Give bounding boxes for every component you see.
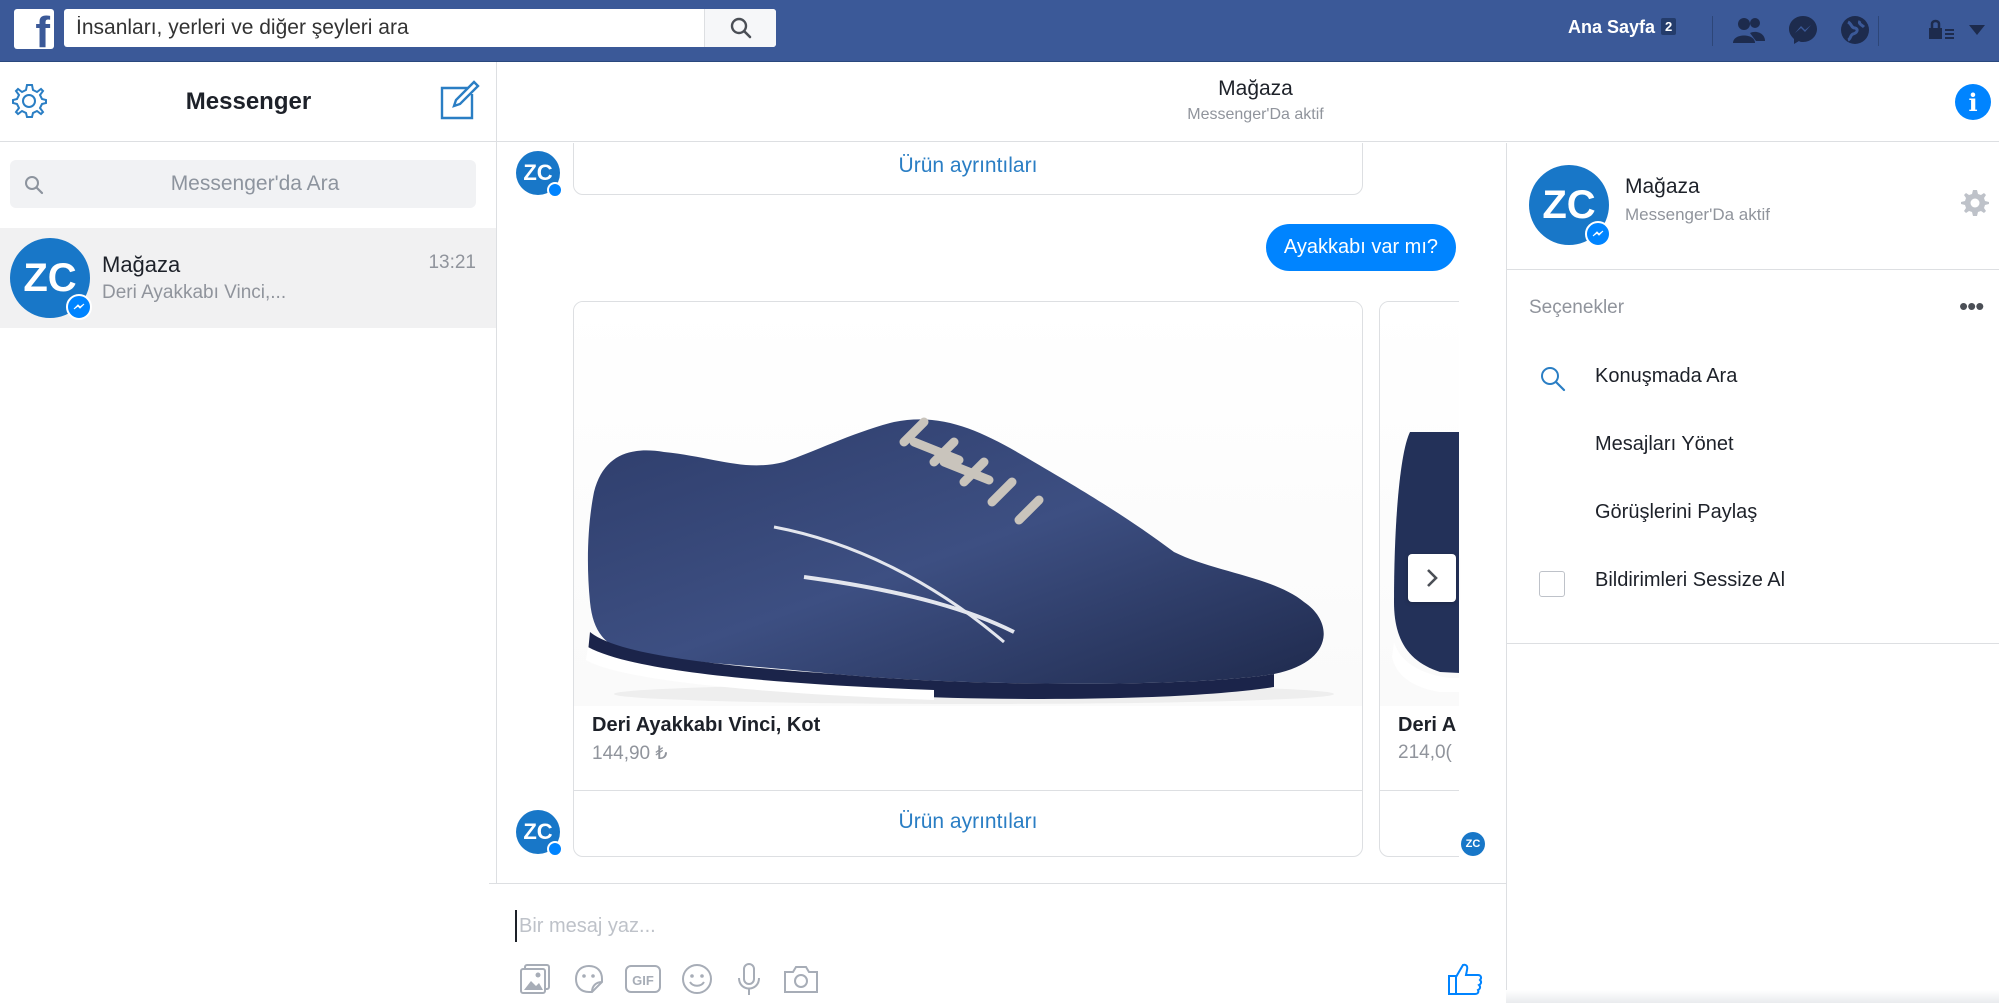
contact-name: Mağaza: [1625, 175, 1700, 198]
global-search: [64, 9, 776, 47]
contact-status: Messenger'Da aktif: [1625, 205, 1770, 224]
search-icon: [1541, 367, 1566, 392]
options-heading: Seçenekler: [1529, 297, 1625, 318]
divider: [1507, 269, 1999, 270]
mute-checkbox[interactable]: [1539, 571, 1565, 597]
product-price: 214,0(: [1398, 742, 1452, 763]
thread-time: 13:21: [428, 252, 476, 273]
carousel-next-button[interactable]: [1408, 554, 1456, 602]
search-icon: [730, 17, 751, 39]
product-details-button[interactable]: Ürün ayrıntıları: [574, 810, 1362, 834]
home-label: Ana Sayfa: [1568, 17, 1656, 37]
camera-icon[interactable]: [781, 959, 821, 999]
messenger-badge-icon: [547, 182, 563, 198]
chevron-right-icon: [1427, 569, 1438, 587]
sent-message-bubble: Ayakkabı var mı?: [1265, 224, 1456, 271]
mute-notifications-item[interactable]: Bildirimleri Sessize Al: [1529, 563, 1969, 603]
messenger-badge-icon: [66, 294, 92, 320]
conversation-details-panel: ZC Mağaza Messenger'Da aktif Seçenekler …: [1506, 143, 1999, 1003]
like-icon[interactable]: [1445, 959, 1485, 999]
search-icon: [25, 176, 44, 195]
carousel-clip: [1459, 293, 1506, 873]
messenger-badge-icon: [1585, 221, 1611, 247]
facebook-logo-letter: f: [35, 9, 50, 50]
conversation-list-panel: Messenger ZC Mağaza 13:21 Deri Ayakkabı …: [0, 62, 497, 1003]
gif-icon[interactable]: GIF: [623, 959, 663, 999]
divider: [574, 790, 1362, 791]
avatar: ZC: [516, 151, 563, 198]
carousel-clip: [557, 293, 573, 873]
conversation-title: Mağaza: [1218, 77, 1293, 100]
messenger-header: Messenger: [0, 62, 497, 142]
avatar-initials: ZC: [523, 160, 553, 185]
product-price: 144,90 ₺: [592, 743, 668, 764]
product-title: Deri A: [1398, 714, 1457, 736]
avatar-initials: ZC: [523, 819, 553, 844]
svg-text:GIF: GIF: [632, 973, 654, 988]
friends-icon[interactable]: [1732, 13, 1766, 47]
home-count-badge: 2: [1661, 18, 1677, 35]
top-divider: [1878, 16, 1879, 46]
message-composer: GIF: [489, 883, 1506, 1003]
bottom-edge: [1506, 990, 1999, 1003]
emoji-icon[interactable]: [677, 959, 717, 999]
menu-item-label: Mesajları Yönet: [1595, 433, 1734, 455]
manage-messages-item[interactable]: Mesajları Yönet: [1529, 427, 1969, 467]
conversation-header: Mağaza Messenger'Da aktif i: [497, 62, 1999, 142]
compose-new-message-icon[interactable]: [438, 80, 480, 122]
global-search-input[interactable]: [64, 9, 704, 47]
product-title: Deri Ayakkabı Vinci, Kot: [592, 714, 821, 736]
conversation-status: Messenger'Da aktif: [1187, 106, 1324, 123]
menu-item-label: Görüşlerini Paylaş: [1595, 501, 1758, 523]
message-thread: ZC Ürün ayrıntıları Ayakkabı var mı? Der…: [497, 143, 1506, 883]
avatar-initials: ZC: [1465, 838, 1481, 850]
share-feedback-item[interactable]: Görüşlerini Paylaş: [1529, 495, 1969, 535]
messenger-search-input[interactable]: [50, 160, 460, 208]
facebook-top-bar: f Ana Sayfa 2: [0, 0, 1999, 62]
sticker-icon[interactable]: [569, 959, 609, 999]
facebook-logo[interactable]: f: [14, 9, 54, 49]
messenger-icon[interactable]: [1786, 13, 1820, 47]
product-image: [574, 302, 1362, 706]
global-search-button[interactable]: [704, 9, 776, 47]
photo-icon[interactable]: [515, 959, 555, 999]
search-in-conversation-item[interactable]: Konuşmada Ara: [1529, 359, 1969, 399]
globe-icon[interactable]: [1838, 13, 1872, 47]
thread-item[interactable]: ZC Mağaza 13:21 Deri Ayakkabı Vinci,...: [0, 228, 496, 328]
caret-down-icon[interactable]: [1960, 13, 1994, 47]
top-divider: [1712, 16, 1713, 46]
read-receipt-avatar: ZC: [1461, 832, 1485, 856]
avatar: ZC: [10, 238, 92, 320]
menu-item-label: Konuşmada Ara: [1595, 365, 1738, 387]
info-icon[interactable]: i: [1955, 84, 1991, 120]
avatar: ZC: [516, 810, 563, 857]
shoe-image: [586, 417, 1334, 704]
avatar-initials: ZC: [1542, 182, 1596, 227]
menu-item-label: Bildirimleri Sessize Al: [1595, 569, 1786, 591]
avatar: ZC: [1529, 165, 1611, 247]
more-options-icon[interactable]: •••: [1959, 291, 1993, 321]
product-card-previous: Ürün ayrıntıları: [573, 143, 1363, 195]
messenger-badge-icon: [547, 841, 563, 857]
product-card[interactable]: Deri Ayakkabı Vinci, Kot 144,90 ₺ Ürün a…: [573, 301, 1363, 857]
message-input[interactable]: [515, 910, 1415, 942]
home-link[interactable]: Ana Sayfa 2: [1568, 17, 1677, 38]
divider: [1507, 643, 1999, 644]
messenger-search: [10, 160, 476, 208]
microphone-icon[interactable]: [729, 959, 769, 999]
product-details-button[interactable]: Ürün ayrıntıları: [574, 154, 1362, 178]
gear-icon[interactable]: [1961, 189, 1991, 219]
lock-menu-icon[interactable]: [1924, 13, 1958, 47]
thread-name: Mağaza: [102, 252, 181, 277]
avatar-initials: ZC: [23, 255, 77, 300]
thread-snippet: Deri Ayakkabı Vinci,...: [102, 282, 287, 303]
messenger-title: Messenger: [185, 88, 312, 115]
